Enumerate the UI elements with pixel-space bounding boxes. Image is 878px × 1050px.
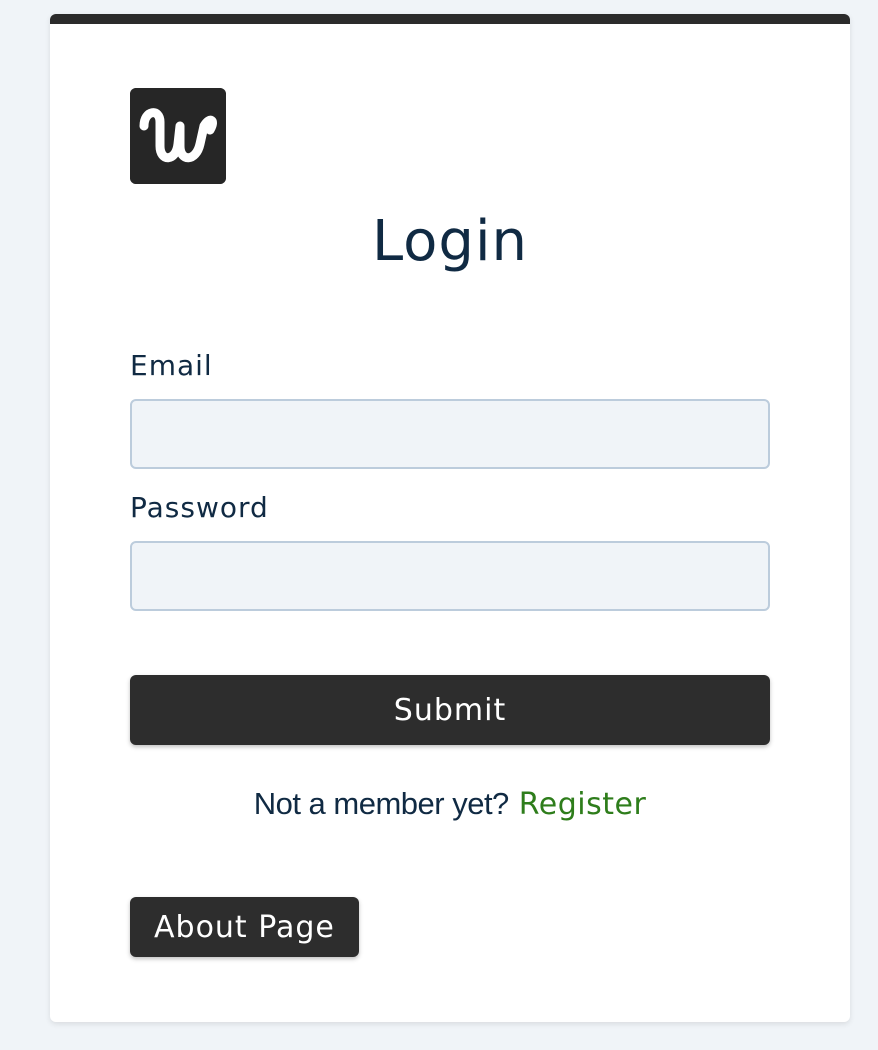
w-logo-icon [130,88,226,184]
register-question: Not a member yet? [253,786,510,821]
about-page-button[interactable]: About Page [130,897,359,957]
submit-button[interactable]: Submit [130,675,770,745]
email-label: Email [130,349,213,382]
register-prompt: Not a member yet? Register [50,784,850,825]
page-title: Login [371,209,529,274]
login-card: Login Email Password Submit Not a member… [50,14,850,1022]
email-input[interactable] [130,399,770,469]
register-link[interactable]: Register [519,787,647,822]
password-input[interactable] [130,541,770,611]
password-label: Password [130,491,269,524]
